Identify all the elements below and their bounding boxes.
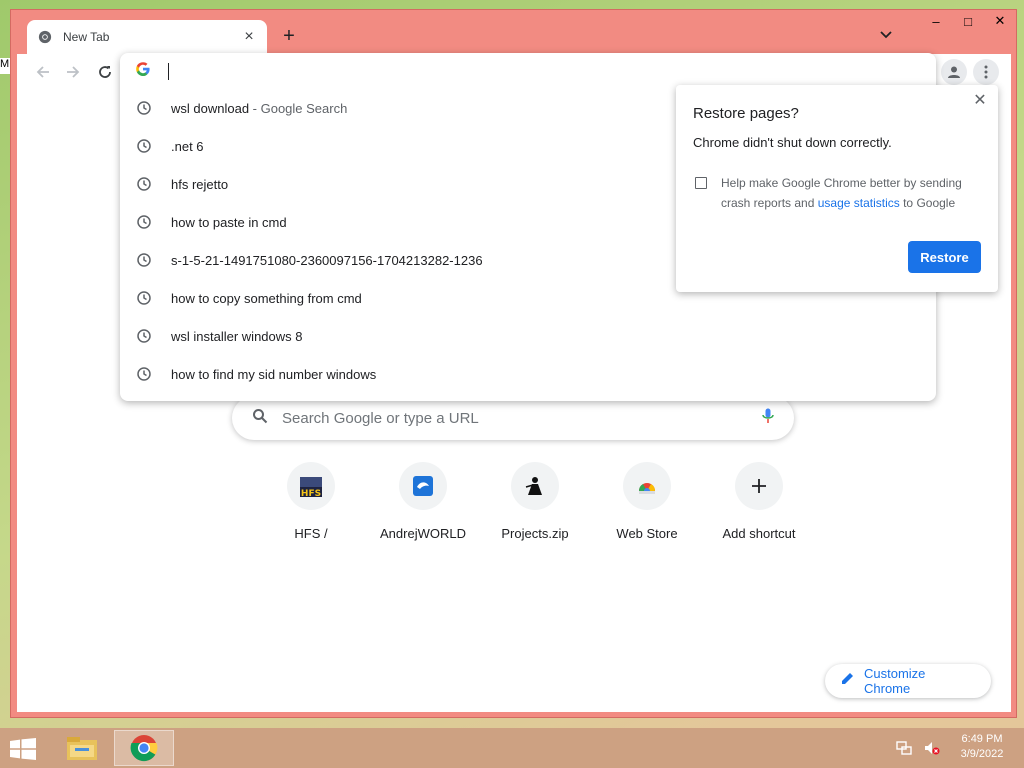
restore-button[interactable]: Restore [908, 241, 981, 273]
crash-report-checkbox[interactable] [695, 177, 707, 189]
plus-icon [735, 462, 783, 510]
history-clock-icon [136, 100, 152, 116]
shortcut-label: Web Store [616, 526, 678, 541]
web-store-icon [623, 462, 671, 510]
forward-icon[interactable] [61, 60, 85, 84]
shortcut-label: HFS / [294, 526, 328, 541]
clock-time: 6:49 PM [961, 733, 1003, 745]
omnibox-input[interactable] [120, 53, 936, 89]
windows-start-icon[interactable] [6, 736, 40, 762]
svg-text:HFS: HFS [301, 489, 321, 499]
tab-search-icon[interactable] [877, 26, 895, 44]
clock-date: 3/9/2022 [960, 748, 1004, 760]
shortcuts-grid: HFS HFS / AndrejWORLD Projects.zip Web S… [255, 462, 815, 541]
window-controls: – □ ✕ [920, 10, 1016, 32]
suggestion-text: how to find my sid number windows [171, 366, 377, 382]
customize-chrome-label: Customize Chrome [864, 666, 926, 696]
chrome-favicon-icon [37, 29, 53, 45]
restore-pages-dialog: Restore pages? ✕ Chrome didn't shut down… [676, 85, 998, 292]
suggestion-description: - Google Search [249, 100, 348, 116]
history-clock-icon [136, 366, 152, 382]
ntp-search-box[interactable]: Search Google or type a URL [232, 396, 794, 440]
history-clock-icon [136, 214, 152, 230]
suggestion-text: s-1-5-21-1491751080-2360097156-170421328… [171, 252, 483, 268]
close-icon[interactable]: ✕ [972, 93, 988, 109]
shortcut-label: AndrejWORLD [380, 526, 466, 541]
restore-dialog-message: Chrome didn't shut down correctly. [693, 135, 892, 150]
shortcut-andrejworld[interactable]: AndrejWORLD [367, 462, 479, 541]
pencil-icon [841, 672, 854, 690]
taskbar-file-explorer-icon[interactable] [52, 730, 112, 766]
projects-icon [511, 462, 559, 510]
microphone-icon[interactable] [762, 408, 774, 429]
close-window-button[interactable]: ✕ [984, 10, 1016, 32]
suggestion-text: hfs rejetto [171, 176, 229, 192]
history-clock-icon [136, 176, 152, 192]
suggestion-item[interactable]: how to find my sid number windows [120, 355, 936, 393]
reload-icon[interactable] [93, 60, 117, 84]
history-clock-icon [136, 252, 152, 268]
tab-new-tab[interactable]: New Tab × [27, 20, 267, 54]
text-cursor [168, 62, 169, 80]
suggestion-item[interactable]: wsl installer windows 8 [120, 317, 936, 355]
system-tray [893, 738, 949, 758]
shortcut-label: Add shortcut [722, 526, 796, 541]
tab-close-icon[interactable]: × [241, 29, 257, 45]
suggestion-text: how to paste in cmd [171, 214, 287, 230]
suggestion-text: how to copy something from cmd [171, 290, 362, 306]
suggestion-text: wsl download - Google Search [171, 100, 348, 116]
shortcut-web-store[interactable]: Web Store [591, 462, 703, 541]
tab-title: New Tab [63, 30, 110, 44]
history-clock-icon [136, 328, 152, 344]
profile-icon[interactable] [941, 59, 967, 85]
suggestion-text: wsl installer windows 8 [171, 328, 303, 344]
google-g-icon [136, 61, 150, 81]
history-clock-icon [136, 138, 152, 154]
volume-muted-icon[interactable] [921, 738, 943, 758]
shortcut-projects[interactable]: Projects.zip [479, 462, 591, 541]
customize-chrome-button[interactable]: Customize Chrome [825, 664, 991, 698]
usage-statistics-link[interactable]: usage statistics [818, 196, 900, 210]
more-menu-icon[interactable] [973, 59, 999, 85]
shortcut-label: Projects.zip [501, 526, 569, 541]
minimize-button[interactable]: – [920, 10, 952, 32]
shortcut-hfs[interactable]: HFS HFS / [255, 462, 367, 541]
taskbar: 6:49 PM 3/9/2022 [0, 728, 1024, 768]
search-icon [252, 408, 268, 429]
network-icon[interactable] [893, 738, 915, 758]
title-bar: New Tab × + – □ ✕ [11, 10, 1016, 54]
new-tab-button[interactable]: + [277, 24, 301, 48]
hfs-icon: HFS [287, 462, 335, 510]
crash-report-label: Help make Google Chrome better by sendin… [721, 176, 962, 210]
maximize-button[interactable]: □ [952, 10, 984, 32]
back-icon[interactable] [31, 60, 55, 84]
taskbar-clock[interactable]: 6:49 PM 3/9/2022 [952, 732, 1012, 762]
desktop-edge-label: M [0, 58, 10, 74]
restore-dialog-title: Restore pages? [693, 105, 799, 122]
suggestion-text: .net 6 [171, 138, 204, 154]
history-clock-icon [136, 290, 152, 306]
taskbar-chrome-icon[interactable] [114, 730, 174, 766]
ntp-search-placeholder: Search Google or type a URL [282, 409, 479, 427]
andrejworld-icon [399, 462, 447, 510]
shortcut-add[interactable]: Add shortcut [703, 462, 815, 541]
